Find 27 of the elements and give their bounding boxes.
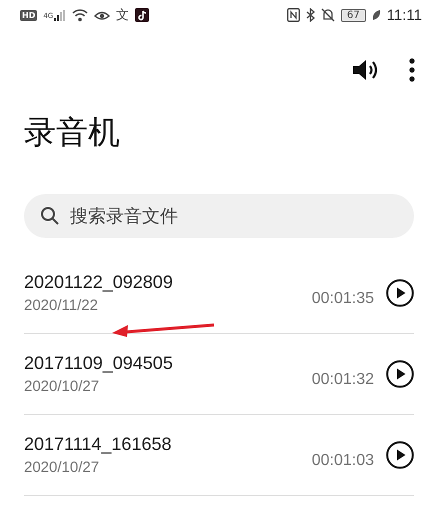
play-icon[interactable] — [386, 279, 414, 307]
battery-level: 67 — [340, 8, 366, 22]
recording-name[interactable]: 20171114_161658 — [24, 434, 312, 455]
app-title: 录音机 — [24, 112, 121, 152]
play-icon[interactable] — [386, 360, 414, 388]
hd-badge: HD — [20, 10, 38, 20]
nfc-icon — [286, 8, 300, 22]
search-icon — [40, 206, 60, 226]
recording-name[interactable]: 20201122_092809 — [24, 272, 312, 293]
leaf-icon — [372, 9, 381, 21]
recording-duration: 00:01:32 — [312, 371, 374, 389]
music-note-icon — [135, 8, 150, 22]
search-field[interactable]: 搜索录音文件 — [24, 194, 414, 238]
recording-date: 2020/11/22 — [24, 297, 99, 314]
clock-time: 11:11 — [386, 6, 422, 24]
recording-date: 2020/10/27 — [24, 459, 100, 476]
translate-icon: 文 — [116, 6, 130, 24]
bluetooth-icon — [306, 8, 315, 22]
wifi-icon — [72, 8, 88, 22]
recording-name[interactable]: 20171109_094505 — [24, 353, 312, 374]
recording-duration: 00:01:35 — [312, 290, 374, 308]
bell-off-icon — [320, 8, 335, 22]
signal-icon — [54, 10, 66, 20]
play-icon[interactable] — [386, 441, 414, 469]
more-icon[interactable] — [409, 58, 415, 82]
recording-date: 2020/10/27 — [24, 378, 100, 395]
recording-duration: 00:01:03 — [312, 452, 374, 470]
